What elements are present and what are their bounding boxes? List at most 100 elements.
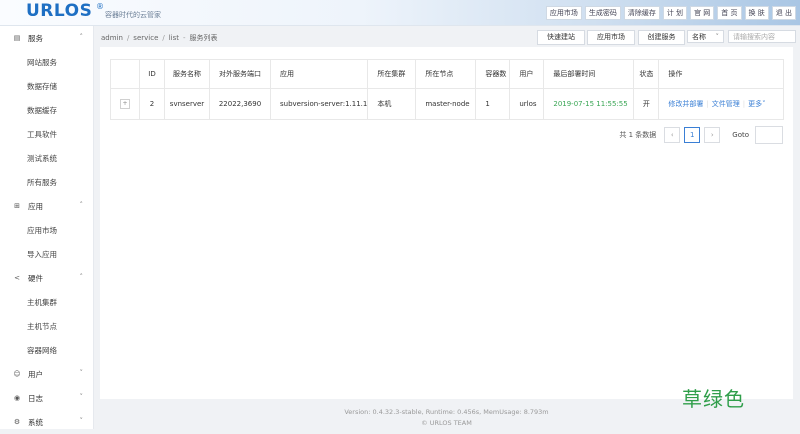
create-service-button[interactable]: 创建服务 <box>638 30 685 45</box>
nav-app-market[interactable]: 应用市场 <box>545 6 582 20</box>
sidebar-item-host-node[interactable]: 主机节点 <box>0 314 93 338</box>
sidebar-item-container-network[interactable]: 容器网络 <box>0 338 93 362</box>
service-table: ID 服务名称 对外服务端口 应用 所在集群 所在节点 容器数 用户 最后部署时… <box>110 59 784 120</box>
goto-label: Goto <box>732 131 749 139</box>
sidebar-item-app-market[interactable]: 应用市场 <box>0 218 93 242</box>
table-row: + 2 svnserver 22022,3690 subversion-serv… <box>110 88 784 120</box>
breadcrumb-admin[interactable]: admin <box>101 34 123 42</box>
page-toolbar: admin / service / list - 服务列表 快速建站 应用市场 创建服务 名… <box>93 26 800 47</box>
edit-deploy-link[interactable]: 修改并部署 <box>668 100 703 108</box>
eye-icon: ◉ <box>13 394 21 402</box>
chevron-down-icon: ˅ <box>79 417 84 425</box>
row-service-name: svnserver <box>164 88 210 120</box>
sidebar-group-services[interactable]: ▤ 服务 ˄ <box>0 26 93 50</box>
page-number-button[interactable]: 1 <box>684 127 701 143</box>
breadcrumb-service[interactable]: service <box>133 34 158 42</box>
chevron-down-icon: ˅ <box>79 369 84 377</box>
sidebar-item-test-system[interactable]: 测试系统 <box>0 146 93 170</box>
col-app: 应用 <box>269 59 369 89</box>
col-user: 用户 <box>509 59 545 89</box>
row-id: 2 <box>139 88 165 120</box>
col-status: 状态 <box>633 59 660 89</box>
registered-mark: ® <box>96 2 104 11</box>
row-expand-cell: + <box>110 88 140 120</box>
main-panel: ID 服务名称 对外服务端口 应用 所在集群 所在节点 容器数 用户 最后部署时… <box>100 47 793 399</box>
sidebar: ▤ 服务 ˄ 网站服务 数据存储 数据缓存 工具软件 测试系统 所有服务 ⊞ 应… <box>0 26 94 429</box>
nav-change-skin[interactable]: 换 肤 <box>744 6 769 20</box>
app-market-button[interactable]: 应用市场 <box>587 30 635 45</box>
breadcrumb-current: 服务列表 <box>189 34 218 42</box>
breadcrumb-list[interactable]: list <box>169 34 179 42</box>
sidebar-item-host-cluster[interactable]: 主机集群 <box>0 290 93 314</box>
sidebar-group-apps[interactable]: ⊞ 应用 ˄ <box>0 194 93 218</box>
col-expand <box>110 59 140 89</box>
expand-row-button[interactable]: + <box>120 99 130 109</box>
col-cluster: 所在集群 <box>367 59 417 89</box>
logo[interactable]: URLOS <box>26 1 92 21</box>
search-input[interactable]: 请输搜索内容 <box>728 30 796 43</box>
more-actions-label: 更多 <box>748 100 763 108</box>
search-field-select[interactable]: 名称 ˅ <box>687 30 724 43</box>
nav-generate-password[interactable]: 生成密码 <box>584 6 621 20</box>
chevron-up-icon: ˄ <box>79 201 84 209</box>
footer-team: © URLOS TEAM <box>421 419 472 427</box>
next-page-button[interactable]: › <box>704 127 721 143</box>
sidebar-group-label: 应用 <box>28 201 43 211</box>
more-actions-link[interactable]: 更多˅ <box>748 100 766 108</box>
sidebar-group-label: 用户 <box>28 369 43 379</box>
nav-plan[interactable]: 计 划 <box>662 6 688 20</box>
sidebar-group-label: 硬件 <box>28 273 43 283</box>
col-actions: 操作 <box>658 59 784 89</box>
col-id: ID <box>139 59 165 89</box>
table-header-row: ID 服务名称 对外服务端口 应用 所在集群 所在节点 容器数 用户 最后部署时… <box>110 59 784 89</box>
row-ports: 22022,3690 <box>209 88 271 120</box>
nav-clear-cache[interactable]: 清除缓存 <box>623 6 660 20</box>
share-icon: < <box>14 274 20 282</box>
chevron-down-icon: ˅ <box>762 100 766 108</box>
search-field-value: 名称 <box>692 33 706 41</box>
watermark-text: 草绿色 <box>682 387 745 411</box>
chevron-down-icon: ˅ <box>79 393 84 401</box>
sidebar-group-label: 服务 <box>28 33 43 43</box>
server-icon: ▤ <box>13 34 21 42</box>
col-ports: 对外服务端口 <box>209 59 271 89</box>
row-last-deploy: 2019-07-15 11:55:55 <box>543 88 635 120</box>
action-divider: | <box>742 100 746 108</box>
sidebar-item-data-storage[interactable]: 数据存储 <box>0 74 93 98</box>
sidebar-item-web-services[interactable]: 网站服务 <box>0 50 93 74</box>
chevron-up-icon: ˄ <box>79 33 84 41</box>
gear-icon: ⚙ <box>13 418 21 426</box>
sidebar-group-logs[interactable]: ◉ 日志 ˅ <box>0 386 93 410</box>
quick-site-button[interactable]: 快速建站 <box>537 30 585 45</box>
col-last-deploy: 最后部署时间 <box>543 59 635 89</box>
sidebar-group-system[interactable]: ⚙ 系统 ˅ <box>0 410 93 434</box>
sidebar-item-tools[interactable]: 工具软件 <box>0 122 93 146</box>
col-node: 所在节点 <box>415 59 477 89</box>
sidebar-item-import-app[interactable]: 导入应用 <box>0 242 93 266</box>
breadcrumb: admin / service / list - 服务列表 <box>101 34 218 42</box>
sidebar-group-hardware[interactable]: < 硬件 ˄ <box>0 266 93 290</box>
user-icon: ☺ <box>13 370 21 378</box>
file-manager-link[interactable]: 文件管理 <box>712 100 740 108</box>
row-actions: 修改并部署 | 文件管理 | 更多˅ <box>658 88 784 120</box>
row-app: subversion-server:1.11.1 <box>269 88 369 120</box>
nav-official-site[interactable]: 官 网 <box>690 6 715 20</box>
pagination: 共 1 条数据 ‹ 1 › Goto <box>619 126 783 144</box>
row-node: master-node <box>415 88 477 120</box>
sidebar-item-all-services[interactable]: 所有服务 <box>0 170 93 194</box>
chevron-up-icon: ˄ <box>79 273 84 281</box>
nav-home[interactable]: 首 页 <box>717 6 742 20</box>
top-header: URLOS ® 容器时代的云管家 应用市场 生成密码 清除缓存 计 划 官 网 … <box>0 0 800 26</box>
grid-icon: ⊞ <box>14 202 20 210</box>
row-status: 开 <box>633 88 660 120</box>
goto-page-input[interactable] <box>755 126 783 144</box>
sidebar-group-users[interactable]: ☺ 用户 ˅ <box>0 362 93 386</box>
sidebar-group-label: 日志 <box>28 393 43 403</box>
sidebar-item-data-cache[interactable]: 数据缓存 <box>0 98 93 122</box>
prev-page-button[interactable]: ‹ <box>664 127 681 143</box>
logo-slogan: 容器时代的云管家 <box>105 11 161 19</box>
nav-logout[interactable]: 退 出 <box>771 6 796 20</box>
col-service-name: 服务名称 <box>164 59 210 89</box>
chevron-down-icon: ˅ <box>715 33 720 41</box>
col-containers: 容器数 <box>475 59 511 89</box>
